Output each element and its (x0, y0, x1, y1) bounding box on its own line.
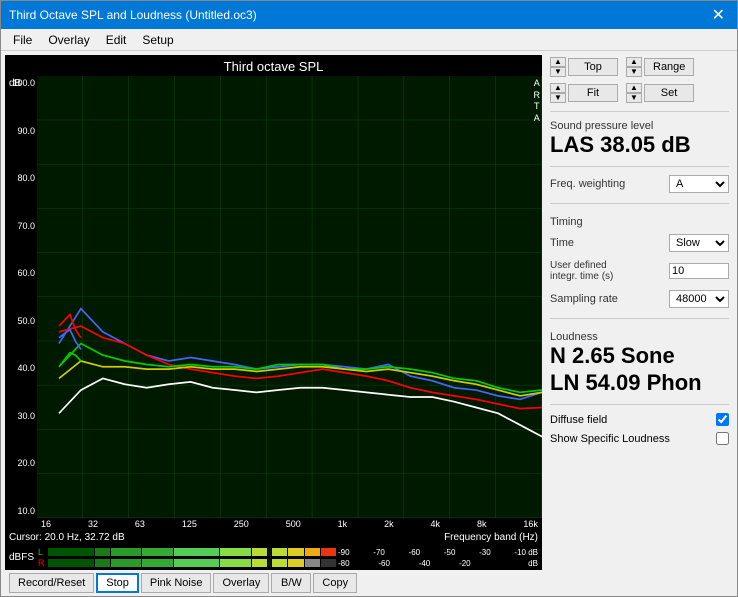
main-window: Third Octave SPL and Loudness (Untitled.… (0, 0, 738, 597)
main-content: Third octave SPL 100.0 90.0 80.0 70.0 60… (1, 51, 737, 596)
cursor-row: Cursor: 20.0 Hz, 32.72 dB Frequency band… (5, 530, 542, 545)
window-title: Third Octave SPL and Loudness (Untitled.… (9, 8, 257, 22)
copy-button[interactable]: Copy (313, 573, 357, 593)
chart-svg (37, 76, 542, 518)
freq-weighting-label: Freq. weighting (550, 178, 625, 190)
bw-button[interactable]: B/W (271, 573, 311, 593)
time-row: Time Slow Fast Impulse Peak (550, 234, 729, 252)
top-down-button[interactable]: ▼ (550, 67, 566, 77)
range-button[interactable]: Range (644, 58, 694, 76)
fit-button[interactable]: Fit (568, 84, 618, 102)
integr-time-input[interactable] (669, 263, 729, 279)
stop-button[interactable]: Stop (96, 573, 139, 593)
chart-title: Third octave SPL (5, 55, 542, 76)
spl-label: Sound pressure level (550, 120, 729, 132)
sampling-rate-select[interactable]: 48000 44100 96000 (669, 290, 729, 308)
show-specific-checkbox[interactable] (716, 432, 729, 445)
divider-3 (550, 203, 729, 204)
range-up-button[interactable]: ▲ (626, 57, 642, 67)
freq-weighting-row: Freq. weighting A C Z (550, 175, 729, 193)
menu-bar: File Overlay Edit Setup (1, 29, 737, 51)
timing-label: Timing (550, 216, 729, 228)
loudness-section: Loudness N 2.65 Sone LN 54.09 Phon (550, 327, 729, 396)
divider-1 (550, 111, 729, 112)
time-label: Time (550, 237, 574, 249)
pink-noise-button[interactable]: Pink Noise (141, 573, 212, 593)
set-up-button[interactable]: ▲ (626, 83, 642, 93)
set-button[interactable]: Set (644, 84, 694, 102)
diffuse-field-row: Diffuse field (550, 413, 729, 426)
freq-weighting-select[interactable]: A C Z (669, 175, 729, 193)
r-meter-bar (48, 559, 336, 567)
sampling-rate-row: Sampling rate 48000 44100 96000 (550, 290, 729, 308)
close-button[interactable]: ✕ (708, 5, 729, 25)
spl-value: LAS 38.05 dB (550, 132, 729, 158)
db-axis-label: dB (9, 78, 21, 89)
menu-file[interactable]: File (5, 31, 40, 49)
y-axis: 100.0 90.0 80.0 70.0 60.0 50.0 40.0 30.0… (5, 76, 37, 518)
dbfs-label: dBFS (9, 552, 34, 563)
time-select[interactable]: Slow Fast Impulse Peak (669, 234, 729, 252)
freq-band-label: Frequency band (Hz) (444, 532, 538, 543)
range-down-button[interactable]: ▼ (626, 67, 642, 77)
diffuse-field-label: Diffuse field (550, 414, 607, 426)
overlay-button[interactable]: Overlay (213, 573, 269, 593)
dbfs-meter: dBFS L (5, 545, 542, 570)
top-up-button[interactable]: ▲ (550, 57, 566, 67)
divider-2 (550, 166, 729, 167)
menu-overlay[interactable]: Overlay (40, 31, 97, 49)
right-panel: ▲ ▼ Top ▲ ▼ Range ▲ ▼ (542, 51, 737, 596)
sampling-rate-label: Sampling rate (550, 293, 618, 305)
divider-4 (550, 318, 729, 319)
r-label: R (38, 558, 46, 568)
loudness-n-value: N 2.65 Sone (550, 343, 729, 369)
loudness-label: Loudness (550, 331, 729, 343)
divider-5 (550, 404, 729, 405)
title-bar: Third Octave SPL and Loudness (Untitled.… (1, 1, 737, 29)
l-meter-bar (48, 548, 336, 556)
top-button[interactable]: Top (568, 58, 618, 76)
fit-up-button[interactable]: ▲ (550, 83, 566, 93)
l-label: L (38, 547, 46, 557)
cursor-label: Cursor: (9, 532, 42, 543)
diffuse-field-checkbox[interactable] (716, 413, 729, 426)
show-specific-row: Show Specific Loudness (550, 432, 729, 445)
loudness-ln-value: LN 54.09 Phon (550, 370, 729, 396)
arta-label: ARTA (534, 78, 541, 125)
show-specific-label: Show Specific Loudness (550, 433, 670, 445)
bottom-buttons-bar: Record/Reset Stop Pink Noise Overlay B/W… (5, 570, 542, 596)
menu-setup[interactable]: Setup (134, 31, 181, 49)
spl-section: Sound pressure level LAS 38.05 dB (550, 120, 729, 158)
menu-edit[interactable]: Edit (98, 31, 135, 49)
record-reset-button[interactable]: Record/Reset (9, 573, 94, 593)
integr-time-row: User definedintegr. time (s) (550, 260, 729, 282)
integr-time-label: User definedintegr. time (s) (550, 260, 613, 282)
fit-down-button[interactable]: ▼ (550, 93, 566, 103)
chart-plot: ARTA dB (37, 76, 542, 518)
set-down-button[interactable]: ▼ (626, 93, 642, 103)
x-axis-ticks: 16 32 63 125 250 500 1k 2k 4k 8k 16k (5, 518, 542, 530)
cursor-value: 20.0 Hz, 32.72 dB (45, 532, 125, 543)
